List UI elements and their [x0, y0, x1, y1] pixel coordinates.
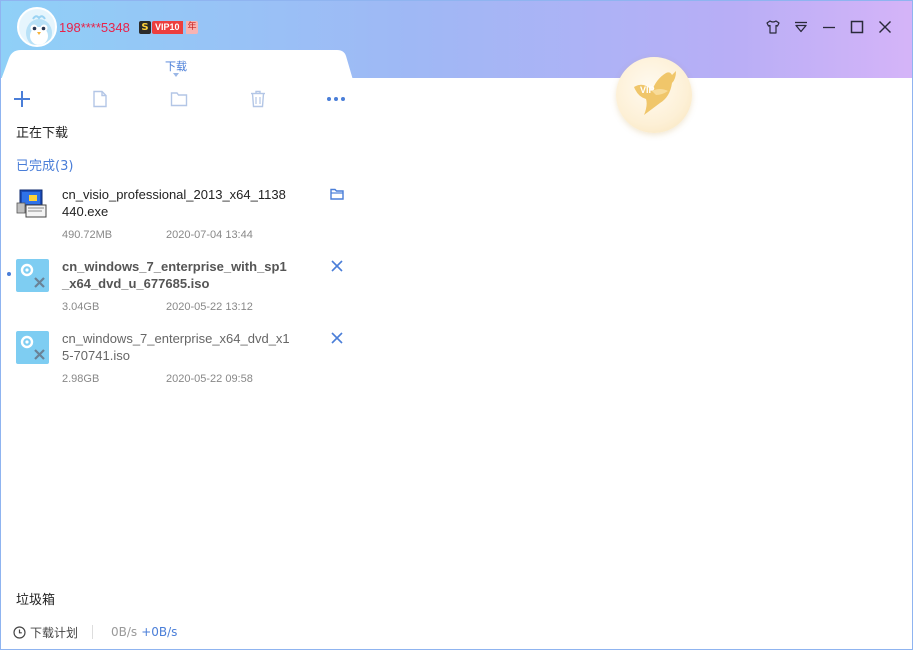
file-date: 2020-05-22 09:58 [166, 373, 253, 385]
delete-icon[interactable] [248, 89, 268, 109]
selection-dot [7, 272, 11, 276]
open-folder-icon[interactable] [329, 186, 345, 202]
username[interactable]: 198****5348 [59, 20, 130, 35]
annual-badge: 年 [186, 21, 198, 34]
iso-file-icon [16, 331, 49, 364]
tab-caret-icon [173, 73, 179, 77]
dropdown-menu-icon[interactable] [792, 18, 810, 36]
more-icon[interactable] [326, 89, 346, 109]
file-date: 2020-05-22 13:12 [166, 301, 253, 313]
vip-bird-icon: VIP [634, 71, 676, 115]
file-size: 3.04GB [62, 301, 100, 313]
downloading-section[interactable]: 正在下载 [16, 122, 68, 141]
file-name[interactable]: cn_visio_professional_2013_x64_1138440.e… [62, 186, 292, 220]
completed-section[interactable]: 已完成(3) [16, 155, 73, 174]
add-icon[interactable] [12, 89, 32, 109]
iso-file-icon [16, 259, 49, 292]
status-bar: 下载计划 0B/s +0B/s [13, 623, 177, 641]
trash-section[interactable]: 垃圾箱 [16, 589, 55, 608]
new-file-icon[interactable] [90, 89, 110, 109]
status-divider [92, 625, 94, 639]
folder-icon[interactable] [169, 89, 189, 109]
avatar[interactable] [17, 7, 57, 47]
file-size: 490.72MB [62, 229, 113, 241]
clock-icon [13, 625, 26, 639]
tab-download[interactable]: 下载 [165, 58, 187, 74]
app-window: 198****5348 S VIP10 年 下载 正在下载 已完成(3) cn_… [0, 0, 913, 650]
file-date: 2020-07-04 13:44 [166, 229, 253, 241]
download-speed: 0B/s [111, 625, 138, 639]
vip-emblem-text: VIP [640, 85, 655, 95]
vip-emblem[interactable]: VIP [616, 57, 692, 133]
close-icon[interactable] [876, 18, 894, 36]
skin-icon[interactable] [764, 18, 782, 36]
remove-icon[interactable] [329, 330, 345, 346]
remove-icon[interactable] [329, 258, 345, 274]
upload-speed: +0B/s [141, 625, 178, 639]
file-name[interactable]: cn_windows_7_enterprise_with_sp1_x64_dvd… [62, 258, 292, 292]
minimize-icon[interactable] [820, 18, 838, 36]
super-member-badge: S [139, 21, 151, 34]
vip-level-badge: VIP10 [152, 21, 183, 34]
maximize-icon[interactable] [848, 18, 866, 36]
file-name[interactable]: cn_windows_7_enterprise_x64_dvd_x15-7074… [62, 330, 292, 364]
installer-icon [16, 187, 49, 220]
file-size: 2.98GB [62, 373, 100, 385]
download-schedule-button[interactable]: 下载计划 [30, 624, 78, 641]
